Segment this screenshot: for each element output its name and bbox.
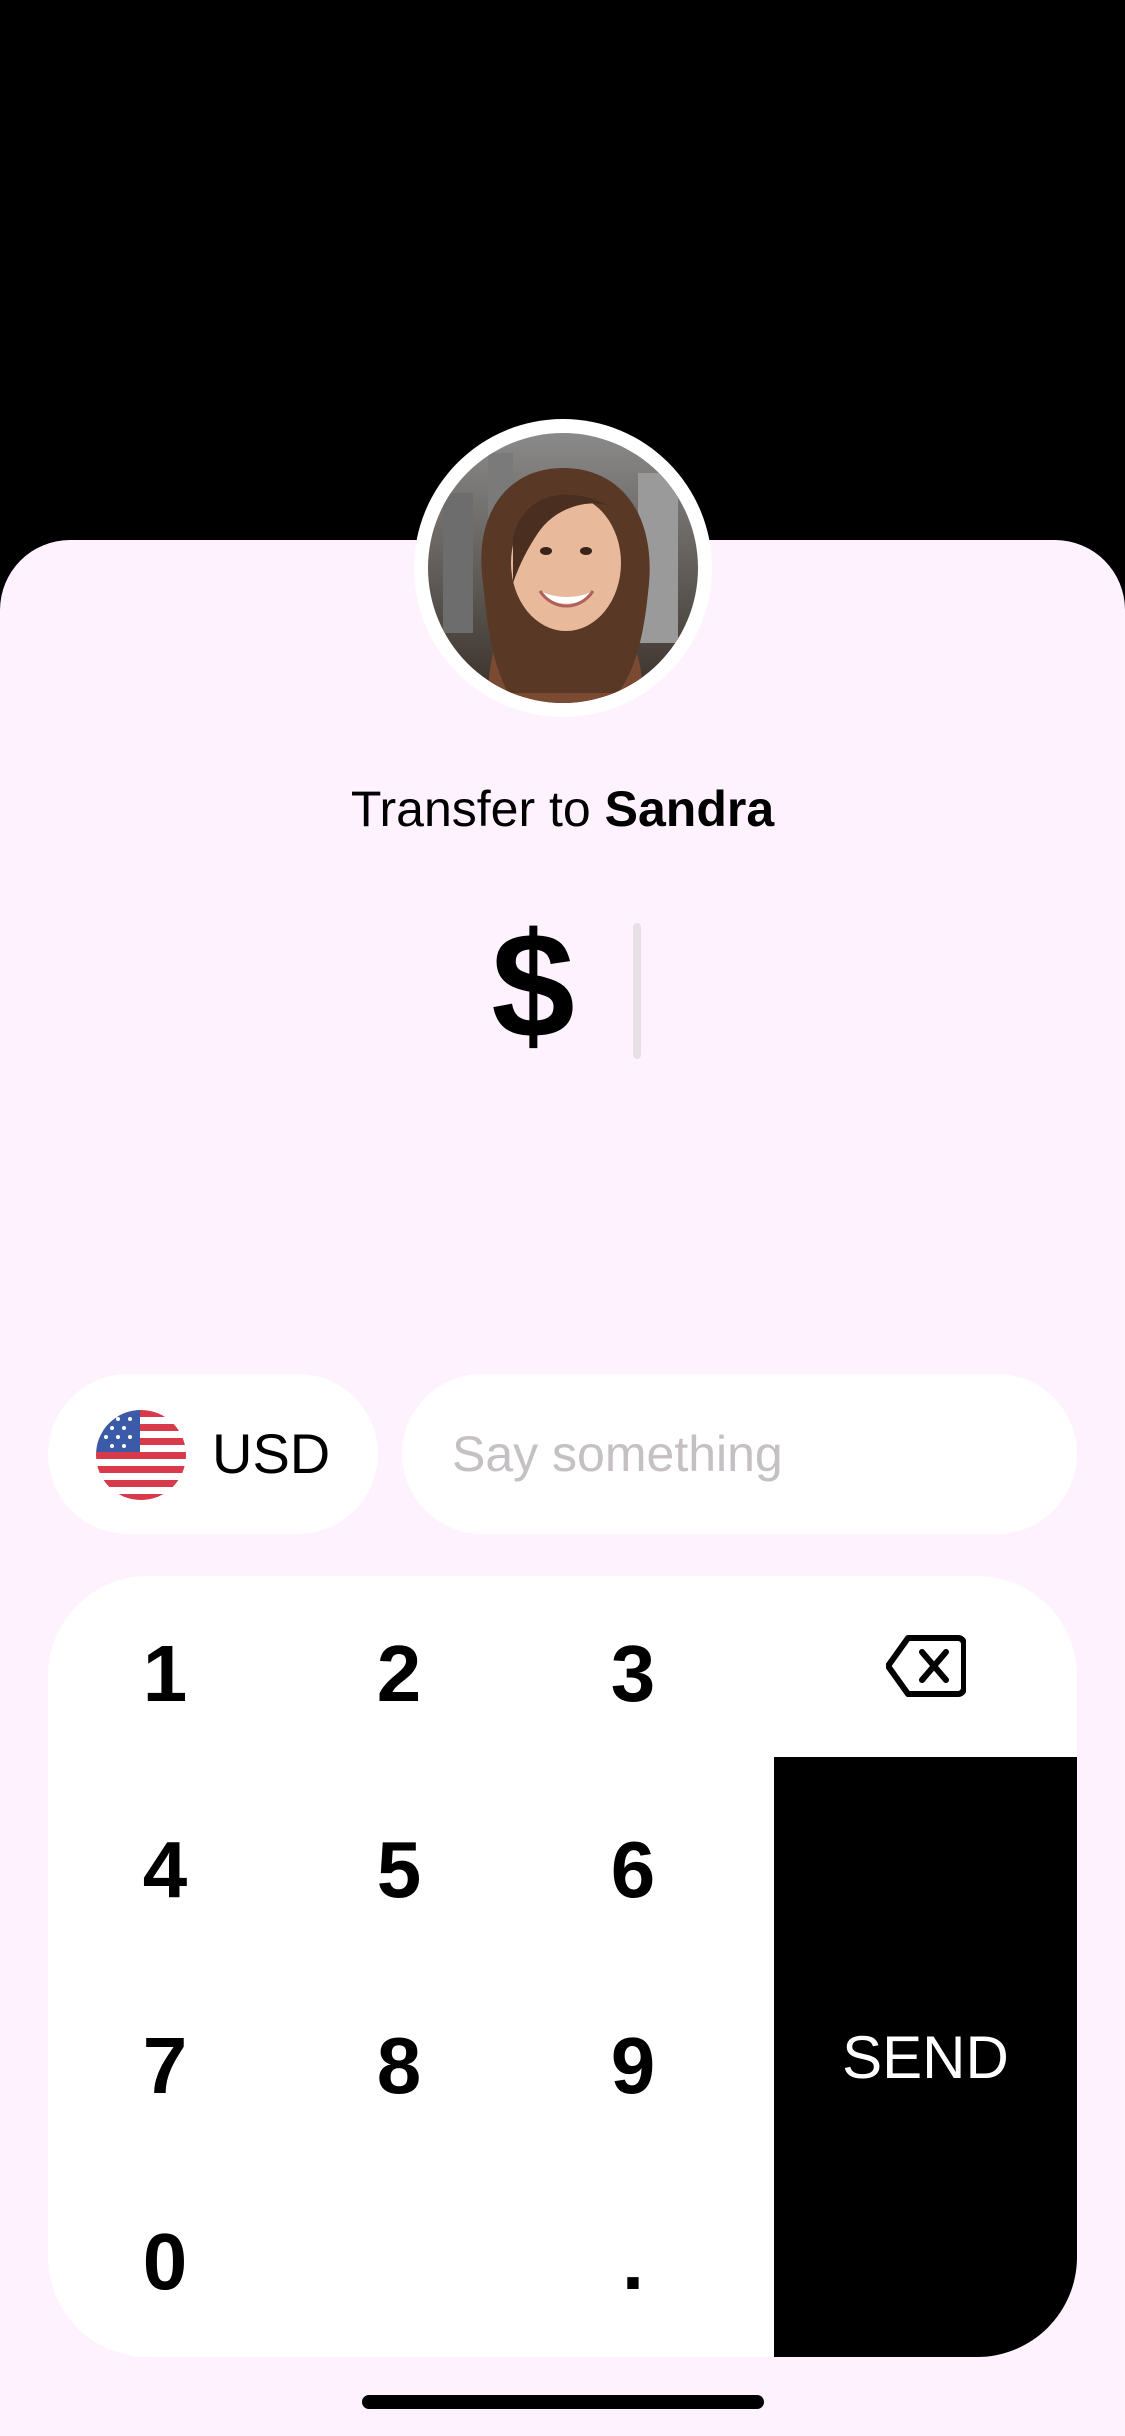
transfer-prefix: Transfer to bbox=[350, 781, 591, 837]
us-flag-icon bbox=[96, 1410, 186, 1500]
currency-symbol: $ bbox=[491, 901, 575, 1069]
key-6[interactable]: 6 bbox=[516, 1772, 750, 1968]
message-input[interactable] bbox=[452, 1374, 1032, 1534]
send-button[interactable]: SEND bbox=[774, 1757, 1077, 2357]
key-7[interactable]: 7 bbox=[48, 1968, 282, 2164]
key-8[interactable]: 8 bbox=[282, 1968, 516, 2164]
recipient-name: Sandra bbox=[604, 781, 775, 837]
message-field[interactable] bbox=[402, 1374, 1077, 1534]
home-indicator[interactable] bbox=[362, 2395, 764, 2409]
key-3[interactable]: 3 bbox=[516, 1576, 750, 1772]
transfer-title: Transfer to Sandra bbox=[0, 780, 1125, 838]
recipient-avatar[interactable] bbox=[428, 433, 698, 703]
key-1[interactable]: 1 bbox=[48, 1576, 282, 1772]
backspace-button[interactable] bbox=[774, 1576, 1077, 1756]
amount-cursor bbox=[633, 923, 641, 1059]
key-4[interactable]: 4 bbox=[48, 1772, 282, 1968]
key-5[interactable]: 5 bbox=[282, 1772, 516, 1968]
amount-display[interactable]: $ bbox=[0, 905, 1125, 1065]
key-decimal[interactable]: . bbox=[516, 2164, 750, 2357]
currency-selector[interactable]: USD bbox=[48, 1374, 378, 1534]
numeric-keypad: 1 2 3 4 5 6 7 8 9 0 . SEND bbox=[48, 1576, 1077, 2357]
backspace-icon bbox=[885, 1635, 966, 1697]
avatar-photo-icon bbox=[428, 433, 698, 703]
key-2[interactable]: 2 bbox=[282, 1576, 516, 1772]
key-0[interactable]: 0 bbox=[48, 2164, 282, 2357]
key-9[interactable]: 9 bbox=[516, 1968, 750, 2164]
recipient-avatar-ring bbox=[414, 419, 712, 717]
currency-code: USD bbox=[212, 1422, 331, 1485]
